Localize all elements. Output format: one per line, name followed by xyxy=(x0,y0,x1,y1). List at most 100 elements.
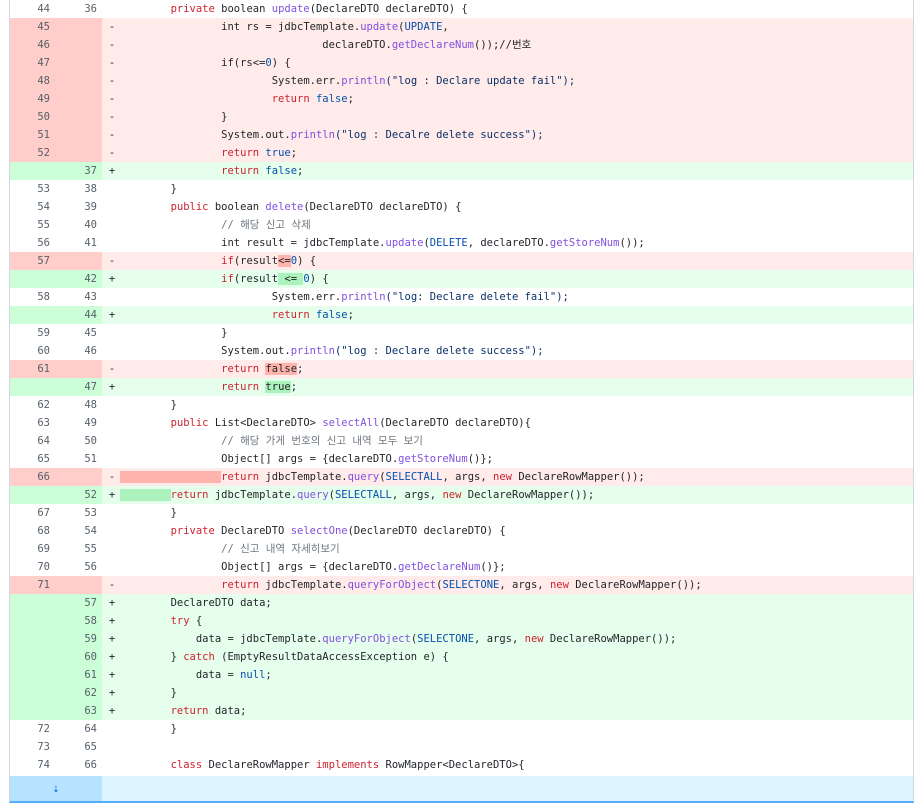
code-token: ; xyxy=(347,93,354,105)
old-line-number[interactable]: 70 xyxy=(10,558,50,576)
new-line-number[interactable]: 48 xyxy=(55,396,97,414)
code-token: System.err. xyxy=(120,291,342,303)
old-line-number[interactable]: 73 xyxy=(10,738,50,756)
new-line-number[interactable]: 36 xyxy=(55,0,97,18)
new-line-number[interactable]: 39 xyxy=(55,198,97,216)
old-line-number[interactable]: 53 xyxy=(10,180,50,198)
old-line-number[interactable] xyxy=(10,648,50,666)
old-line-number[interactable]: 63 xyxy=(10,414,50,432)
old-line-number[interactable] xyxy=(10,630,50,648)
new-line-number[interactable]: 37 xyxy=(55,162,97,180)
new-line-number[interactable]: 49 xyxy=(55,414,97,432)
new-line-number[interactable]: 47 xyxy=(55,378,97,396)
old-line-number[interactable]: 51 xyxy=(10,126,50,144)
old-line-number[interactable] xyxy=(10,702,50,720)
old-line-number[interactable]: 54 xyxy=(10,198,50,216)
new-line-number[interactable] xyxy=(55,468,97,486)
new-line-number[interactable]: 62 xyxy=(55,684,97,702)
new-line-number[interactable]: 61 xyxy=(55,666,97,684)
new-line-number[interactable]: 56 xyxy=(55,558,97,576)
new-line-number[interactable] xyxy=(55,576,97,594)
diff-marker: - xyxy=(108,111,116,123)
code-text: return false; xyxy=(120,162,913,180)
new-line-number[interactable] xyxy=(55,144,97,162)
new-line-number[interactable]: 54 xyxy=(55,522,97,540)
expand-lines-bar[interactable]: ⇣ xyxy=(10,776,913,801)
code-token: getDeclareNum xyxy=(391,39,475,51)
old-line-number[interactable] xyxy=(10,684,50,702)
code-text: } xyxy=(120,720,913,738)
old-line-number[interactable]: 71 xyxy=(10,576,50,594)
old-line-number[interactable] xyxy=(10,594,50,612)
expand-down-button[interactable]: ⇣ xyxy=(10,776,102,801)
old-line-number[interactable] xyxy=(10,486,50,504)
context-line: 56 41 int result = jdbcTemplate.update(DE… xyxy=(10,234,913,252)
new-line-number[interactable] xyxy=(55,72,97,90)
new-line-number[interactable] xyxy=(55,360,97,378)
new-line-number[interactable]: 50 xyxy=(55,432,97,450)
new-line-number[interactable]: 43 xyxy=(55,288,97,306)
new-line-number[interactable] xyxy=(55,126,97,144)
new-line-number[interactable]: 46 xyxy=(55,342,97,360)
new-line-number[interactable]: 51 xyxy=(55,450,97,468)
old-line-number[interactable] xyxy=(10,378,50,396)
new-line-number[interactable]: 66 xyxy=(55,756,97,774)
old-line-number[interactable]: 72 xyxy=(10,720,50,738)
old-line-number[interactable]: 46 xyxy=(10,36,50,54)
old-line-number[interactable] xyxy=(10,666,50,684)
old-line-number[interactable] xyxy=(10,270,50,288)
old-line-number[interactable] xyxy=(10,162,50,180)
code-token: List<DeclareDTO> xyxy=(208,417,323,429)
new-line-number[interactable]: 57 xyxy=(55,594,97,612)
new-line-number[interactable] xyxy=(55,108,97,126)
old-line-number[interactable]: 61 xyxy=(10,360,50,378)
old-line-number[interactable]: 64 xyxy=(10,432,50,450)
new-line-number[interactable] xyxy=(55,18,97,36)
new-line-number[interactable] xyxy=(55,36,97,54)
new-line-number[interactable] xyxy=(55,90,97,108)
old-line-number[interactable]: 49 xyxy=(10,90,50,108)
new-line-number[interactable]: 45 xyxy=(55,324,97,342)
old-line-number[interactable]: 74 xyxy=(10,756,50,774)
new-line-number[interactable]: 41 xyxy=(55,234,97,252)
code-token: ; xyxy=(297,363,304,375)
new-line-number[interactable]: 52 xyxy=(55,486,97,504)
old-line-number[interactable]: 48 xyxy=(10,72,50,90)
new-line-number[interactable]: 38 xyxy=(55,180,97,198)
code-token: (result xyxy=(233,273,279,285)
old-line-number[interactable]: 66 xyxy=(10,468,50,486)
old-line-number[interactable]: 58 xyxy=(10,288,50,306)
new-line-number[interactable]: 63 xyxy=(55,702,97,720)
old-line-number[interactable]: 57 xyxy=(10,252,50,270)
new-line-number[interactable]: 60 xyxy=(55,648,97,666)
old-line-number[interactable]: 67 xyxy=(10,504,50,522)
old-line-number[interactable]: 50 xyxy=(10,108,50,126)
new-line-number[interactable]: 53 xyxy=(55,504,97,522)
old-line-number[interactable]: 44 xyxy=(10,0,50,18)
old-line-number[interactable]: 62 xyxy=(10,396,50,414)
old-line-number[interactable]: 59 xyxy=(10,324,50,342)
new-line-number[interactable]: 55 xyxy=(55,540,97,558)
old-line-number[interactable]: 56 xyxy=(10,234,50,252)
old-line-number[interactable] xyxy=(10,612,50,630)
new-line-number[interactable] xyxy=(55,54,97,72)
new-line-number[interactable]: 59 xyxy=(55,630,97,648)
new-line-number[interactable]: 44 xyxy=(55,306,97,324)
old-line-number[interactable]: 47 xyxy=(10,54,50,72)
old-line-number[interactable]: 60 xyxy=(10,342,50,360)
new-line-number[interactable]: 65 xyxy=(55,738,97,756)
old-line-number[interactable]: 55 xyxy=(10,216,50,234)
old-line-number[interactable]: 52 xyxy=(10,144,50,162)
old-line-number[interactable]: 68 xyxy=(10,522,50,540)
new-line-number[interactable] xyxy=(55,252,97,270)
new-line-number[interactable]: 42 xyxy=(55,270,97,288)
old-line-number[interactable]: 45 xyxy=(10,18,50,36)
old-line-number[interactable]: 69 xyxy=(10,540,50,558)
code-token: System.out. xyxy=(120,345,291,357)
old-line-number[interactable]: 65 xyxy=(10,450,50,468)
new-line-number[interactable]: 58 xyxy=(55,612,97,630)
old-line-number[interactable] xyxy=(10,306,50,324)
new-line-number[interactable]: 64 xyxy=(55,720,97,738)
new-line-number[interactable]: 40 xyxy=(55,216,97,234)
